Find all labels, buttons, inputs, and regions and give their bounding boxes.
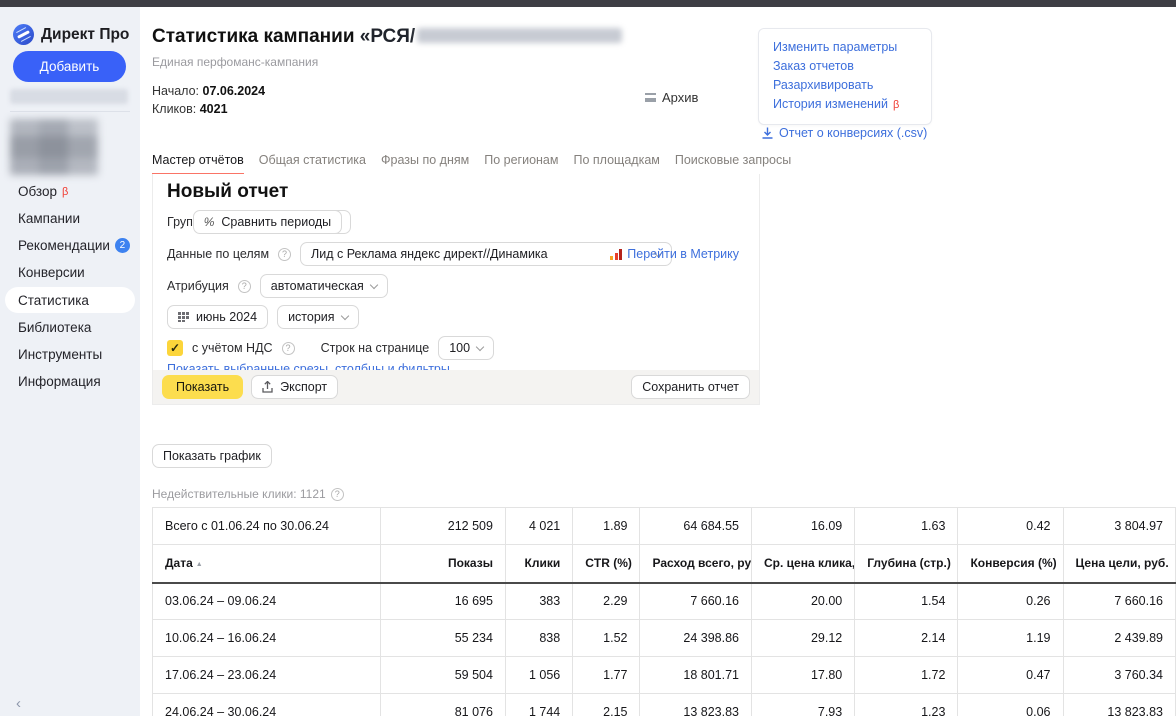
column-header-depth[interactable]: Глубина (стр.) xyxy=(855,545,958,583)
summary-label: Всего с 01.06.24 по 30.06.24 xyxy=(153,508,381,545)
show-report-button[interactable]: Показать xyxy=(162,375,243,399)
redacted-campaign-name xyxy=(417,28,622,43)
sidebar-item-statistics[interactable]: Статистика xyxy=(5,287,135,313)
add-button[interactable]: Добавить xyxy=(13,51,126,82)
history-select[interactable]: история xyxy=(277,305,358,329)
recommendations-count-badge: 2 xyxy=(115,238,130,253)
new-report-title: Новый отчет xyxy=(167,181,288,203)
sidebar-item-information[interactable]: Информация xyxy=(0,368,140,395)
statistics-table: Всего с 01.06.24 по 30.06.24 212 509 4 0… xyxy=(152,507,1176,716)
column-header-conversion[interactable]: Конверсия (%) xyxy=(958,545,1063,583)
show-graph-button[interactable]: Показать график xyxy=(152,444,272,468)
new-report-card: Новый отчет Группировка по неделям % Сра… xyxy=(152,174,760,405)
app-logo[interactable]: Директ Про xyxy=(13,24,129,45)
redacted-account-strip xyxy=(10,89,128,104)
calendar-icon xyxy=(178,312,189,322)
export-button[interactable]: Экспорт xyxy=(251,375,338,399)
summary-row: Всего с 01.06.24 по 30.06.24 212 509 4 0… xyxy=(153,508,1176,545)
column-header-avg-cpc[interactable]: Ср. цена клика, руб. xyxy=(752,545,855,583)
rows-per-page-select[interactable]: 100 xyxy=(438,336,494,360)
vat-checkbox[interactable]: ✓ xyxy=(167,340,183,356)
tab-search-queries[interactable]: Поисковые запросы xyxy=(675,153,791,175)
tab-by-placements[interactable]: По площадкам xyxy=(573,153,659,175)
column-header-clicks[interactable]: Клики xyxy=(505,545,572,583)
sidebar-item-conversions[interactable]: Конверсии xyxy=(0,259,140,286)
statistics-tabs: Мастер отчётов Общая статистика Фразы по… xyxy=(152,153,791,175)
table-row: 10.06.24 – 16.06.24 55 234 838 1.52 24 3… xyxy=(153,620,1176,657)
start-date-value: 07.06.2024 xyxy=(203,84,266,98)
campaign-name: «РСЯ/ xyxy=(360,26,415,47)
download-icon xyxy=(762,127,773,139)
report-form-footer: Показать Экспорт Сохранить отчет xyxy=(153,370,759,404)
rows-per-page-label: Строк на странице xyxy=(321,341,430,355)
tab-phrases-by-day[interactable]: Фразы по дням xyxy=(381,153,469,175)
vat-label: с учётом НДС xyxy=(192,341,273,355)
invalid-clicks-note: Недействительные клики: 1121 ? xyxy=(152,487,344,501)
sidebar-item-library[interactable]: Библиотека xyxy=(0,314,140,341)
export-icon xyxy=(262,381,273,393)
sidebar-nav: Обзор β Кампании Рекомендации 2 Конверси… xyxy=(0,178,140,395)
help-icon[interactable]: ? xyxy=(282,342,295,355)
column-header-impressions[interactable]: Показы xyxy=(380,545,505,583)
tab-by-regions[interactable]: По регионам xyxy=(484,153,558,175)
edit-parameters-link[interactable]: Изменить параметры xyxy=(773,38,917,57)
campaign-actions-panel: Изменить параметры Заказ отчетов Разархи… xyxy=(758,28,932,125)
sort-asc-icon: ▲ xyxy=(196,561,203,568)
beta-badge: β xyxy=(893,99,899,111)
sidebar-item-tools[interactable]: Инструменты xyxy=(0,341,140,368)
sidebar-item-campaigns[interactable]: Кампании xyxy=(0,205,140,232)
collapse-sidebar-icon[interactable]: ‹ xyxy=(16,695,21,712)
period-button[interactable]: июнь 2024 xyxy=(167,305,268,329)
archive-icon xyxy=(645,93,656,102)
direct-pro-statistics-page: Директ Про Добавить Обзор β Кампании Рек… xyxy=(0,0,1176,716)
table-row: 17.06.24 – 23.06.24 59 504 1 056 1.77 18… xyxy=(153,657,1176,694)
sidebar-item-overview[interactable]: Обзор β xyxy=(0,178,140,205)
column-header-ctr[interactable]: CTR (%) xyxy=(573,545,640,583)
help-icon[interactable]: ? xyxy=(238,280,251,293)
table-row: 24.06.24 – 30.06.24 81 076 1 744 2.15 13… xyxy=(153,694,1176,716)
tab-report-wizard[interactable]: Мастер отчётов xyxy=(152,153,244,175)
date-range: 17.06.24 – 23.06.24 xyxy=(153,657,381,694)
metrika-bars-icon xyxy=(610,249,622,260)
tab-general-statistics[interactable]: Общая статистика xyxy=(259,153,366,175)
unarchive-link[interactable]: Разархивировать xyxy=(773,76,917,95)
date-range: 10.06.24 – 16.06.24 xyxy=(153,620,381,657)
attribution-select[interactable]: автоматическая xyxy=(260,274,388,298)
app-logo-label: Директ Про xyxy=(41,26,129,44)
help-icon[interactable]: ? xyxy=(331,488,344,501)
beta-badge: β xyxy=(62,186,68,198)
page-title: Статистика кампании «РСЯ/ xyxy=(152,26,624,48)
direct-pro-logo-icon xyxy=(13,24,34,45)
column-header-goal-cost[interactable]: Цена цели, руб. xyxy=(1063,545,1176,583)
top-window-bar xyxy=(0,0,1176,7)
attribution-label: Атрибуция xyxy=(167,279,229,293)
clicks-value: 4021 xyxy=(200,102,228,116)
chevron-down-icon xyxy=(340,311,348,319)
chevron-down-icon xyxy=(370,280,378,288)
table-row: 03.06.24 – 09.06.24 16 695 383 2.29 7 66… xyxy=(153,583,1176,620)
date-range: 03.06.24 – 09.06.24 xyxy=(153,583,381,620)
compare-periods-button[interactable]: % Сравнить периоды xyxy=(193,210,342,234)
sidebar: Директ Про Добавить Обзор β Кампании Рек… xyxy=(0,7,140,716)
column-header-date[interactable]: Дата▲ xyxy=(153,545,381,583)
go-to-metrika-link[interactable]: Перейти в Метрику xyxy=(610,247,739,261)
redacted-thumbnail xyxy=(10,119,98,175)
percent-icon: % xyxy=(204,215,215,229)
change-history-link[interactable]: История измененийβ xyxy=(773,95,917,115)
chevron-down-icon xyxy=(476,342,484,350)
goals-data-label: Данные по целям xyxy=(167,247,269,261)
order-reports-link[interactable]: Заказ отчетов xyxy=(773,57,917,76)
campaign-meta: Начало: 07.06.2024 Кликов: 4021 xyxy=(152,82,265,118)
sidebar-item-recommendations[interactable]: Рекомендации 2 xyxy=(0,232,140,259)
column-header-total-cost[interactable]: Расход всего, руб. xyxy=(640,545,752,583)
conversions-report-csv-link[interactable]: Отчет о конверсиях (.csv) xyxy=(762,126,927,140)
campaign-type-subtitle: Единая перфоманс-кампания xyxy=(152,55,318,69)
archive-status: Архив xyxy=(645,90,698,105)
help-icon[interactable]: ? xyxy=(278,248,291,261)
table-header-row: Дата▲ Показы Клики CTR (%) Расход всего,… xyxy=(153,545,1176,583)
date-range: 24.06.24 – 30.06.24 xyxy=(153,694,381,716)
sidebar-divider xyxy=(10,111,130,112)
save-report-button[interactable]: Сохранить отчет xyxy=(631,375,750,399)
